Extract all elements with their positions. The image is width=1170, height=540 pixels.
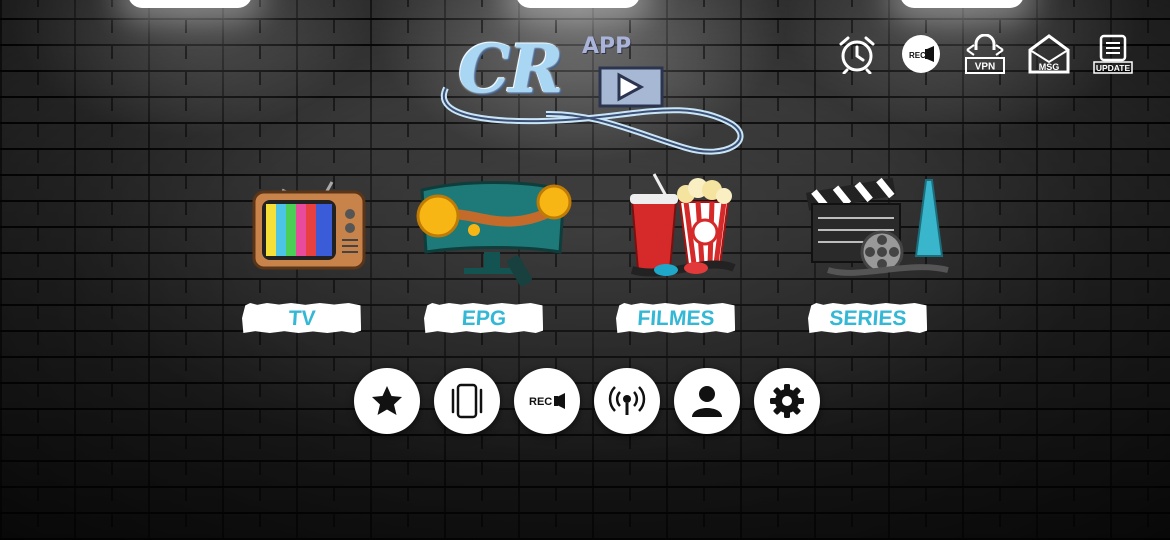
multiscreen-button[interactable]: [434, 368, 500, 434]
update-icon[interactable]: UPDATE: [1092, 34, 1134, 74]
app-logo: CR APP: [436, 28, 748, 158]
bottom-toolbar: REC: [354, 368, 820, 434]
recordings-text: REC: [529, 396, 552, 408]
clapperboard-icon: [798, 160, 958, 290]
category-tv[interactable]: TV: [232, 160, 392, 290]
update-text: UPDATE: [1096, 63, 1131, 73]
category-epg[interactable]: EPG: [414, 160, 574, 290]
settings-gear-icon: [770, 384, 804, 418]
popcorn-cinema-icon: [606, 160, 766, 290]
msg-icon[interactable]: MSG: [1028, 34, 1070, 74]
category-filmes-label: FILMES: [615, 303, 737, 333]
recordings-icon: REC: [529, 393, 565, 409]
recordings-button[interactable]: REC: [514, 368, 580, 434]
retro-tv-icon: [232, 160, 392, 290]
vpn-text: VPN: [975, 62, 996, 73]
logo-text-main: CR: [458, 30, 563, 108]
ceiling-light-center: [516, 0, 640, 8]
broadcast-icon: [608, 386, 646, 415]
category-filmes[interactable]: FILMES: [606, 160, 766, 290]
ceiling-light-right: [900, 0, 1024, 8]
msg-text: MSG: [1039, 62, 1060, 72]
top-toolbar: REC VPN MSG UPDATE: [836, 34, 1134, 74]
epg-screen-icon: [414, 160, 574, 290]
category-epg-label: EPG: [423, 303, 545, 333]
account-icon: [692, 386, 722, 417]
multiscreen-icon: [451, 383, 483, 419]
category-tv-label: TV: [241, 303, 363, 333]
alarm-clock-icon[interactable]: [836, 34, 878, 74]
rec-icon[interactable]: REC: [900, 34, 942, 74]
rec-text: REC: [909, 51, 926, 60]
vpn-icon[interactable]: VPN: [964, 34, 1006, 74]
logo-text-sub: APP: [582, 34, 632, 59]
settings-button[interactable]: [754, 368, 820, 434]
favorites-button[interactable]: [354, 368, 420, 434]
category-series[interactable]: SERIES: [798, 160, 958, 290]
account-button[interactable]: [674, 368, 740, 434]
ceiling-light-left: [128, 0, 252, 8]
favorites-star-icon: [372, 386, 402, 415]
category-series-label: SERIES: [807, 303, 929, 333]
broadcast-button[interactable]: [594, 368, 660, 434]
